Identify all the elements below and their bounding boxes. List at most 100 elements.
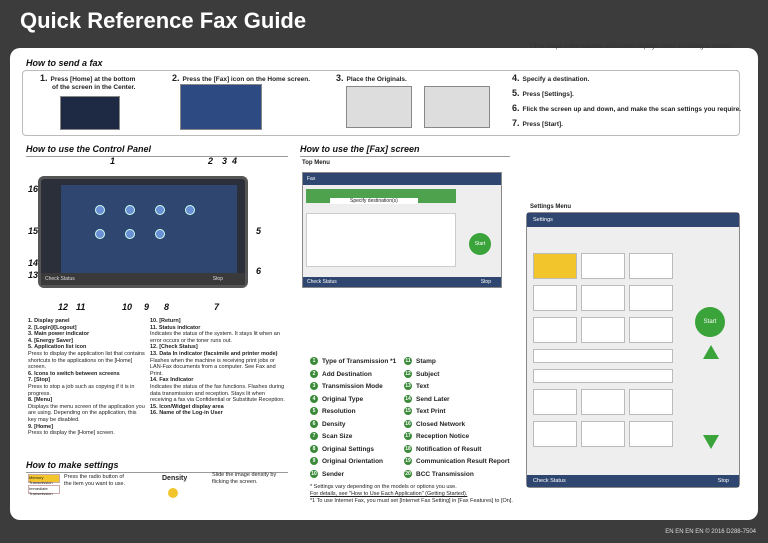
memory-transmission-tile: Memory Transmission xyxy=(28,474,60,485)
step-7: 7. Press [Start]. xyxy=(512,119,563,129)
step-2-screen-image xyxy=(180,84,262,130)
legend-item: 8. [Menu] Displays the menu screen of the… xyxy=(28,397,145,423)
document-server-app-icon xyxy=(125,229,135,239)
callout-5: 5 xyxy=(256,226,262,236)
density-desc: Slide the image density by flicking the … xyxy=(212,472,277,485)
callout-2: 2 xyxy=(208,156,214,166)
step-5: 5. Press [Settings]. xyxy=(512,89,574,99)
step-4-num: 4. xyxy=(512,73,520,83)
radio-desc: Press the radio button of the item you w… xyxy=(64,474,126,487)
list-item: 6 Density xyxy=(310,419,396,432)
list-item: 9 Original Orientation xyxy=(310,456,396,469)
settings-item-list-1: 1 Type of Transmission *1 2 Add Destinatio… xyxy=(310,356,396,481)
grid-cell xyxy=(581,317,625,343)
top-menu-label: Top Menu xyxy=(302,160,330,166)
step-2: 2. Press the [Fax] icon on the Home scree… xyxy=(172,74,310,84)
step-4-text: Specify a destination. xyxy=(522,76,590,83)
step-3-num: 3. xyxy=(336,73,344,83)
step-3: 3. Place the Originals. xyxy=(336,74,407,84)
panel-stop: Stop xyxy=(212,276,223,282)
list-item: 20 BCC Transmission xyxy=(404,469,474,478)
settings-menu-image: Settings Start Check Status Stop xyxy=(526,212,740,488)
panel-heading-text: How to use the Control Panel xyxy=(26,144,152,154)
grid-cell xyxy=(533,285,577,311)
callout-12: 12 xyxy=(58,302,69,312)
legend-item: 7. [Stop] Press to stop a job such as cop… xyxy=(28,377,135,397)
grid-cell xyxy=(533,389,577,415)
list-item: 1 Type of Transmission *1 xyxy=(310,356,396,369)
copy-app-icon xyxy=(95,205,105,215)
callout-15: 15 xyxy=(28,226,39,236)
callout-14: 14 xyxy=(28,258,39,268)
legend-item: 13. Data In indicator (facsimile and pri… xyxy=(150,350,278,377)
step-1-screen-image xyxy=(60,96,120,130)
callout-4: 4 xyxy=(232,156,238,166)
list-item: 4 Original Type xyxy=(310,394,396,407)
step-2-text: Press the [Fax] icon on the Home screen. xyxy=(182,76,311,83)
legend-item: 2. [Login]/[Logout] xyxy=(28,324,77,331)
settings-heading-text: How to make settings xyxy=(26,460,119,470)
settings-grid xyxy=(533,253,679,463)
scanner-app-icon xyxy=(125,205,135,215)
scroll-down-arrow-icon xyxy=(703,435,719,449)
panel-legend-right: 10. [Return] 11. Status indicator Indicat… xyxy=(150,318,286,417)
list-item: 2 Add Destination xyxy=(310,369,396,382)
step-3-text: Place the Originals. xyxy=(346,76,407,83)
step-5-text: Press [Settings]. xyxy=(522,91,574,98)
panel-check-status: Check Status xyxy=(45,276,75,282)
callout-10: 10 xyxy=(122,302,133,312)
legend-item: 12. [Check Status] xyxy=(150,344,198,351)
web-browser-app-icon xyxy=(155,229,165,239)
panel-display xyxy=(61,185,237,277)
settings-start-button: Start xyxy=(695,307,725,337)
legend-item: 11. Status indicator Indicates the status… xyxy=(150,324,280,344)
document-feeder-image xyxy=(424,86,490,128)
scanner-glass-image xyxy=(346,86,412,128)
legend-item: 10. [Return] xyxy=(150,318,181,324)
grid-cell xyxy=(581,285,625,311)
step-7-text: Press [Start]. xyxy=(522,121,563,128)
grid-cell xyxy=(629,389,673,415)
callout-1: 1 xyxy=(110,156,116,166)
callout-6: 6 xyxy=(256,266,262,276)
legend-item: 14. Fax Indicator Indicates the status of… xyxy=(150,377,285,404)
callout-8: 8 xyxy=(164,302,170,312)
fax-app-icon xyxy=(155,205,165,215)
destination-list xyxy=(306,213,456,267)
panel-bottom-bar: Check Status Stop xyxy=(41,273,245,285)
scroll-up-arrow-icon xyxy=(703,345,719,359)
quick-print-app-icon xyxy=(95,229,105,239)
grid-cell xyxy=(629,285,673,311)
grid-cell xyxy=(581,421,625,447)
legend-item: 9. [Home] Press to display the [Home] scr… xyxy=(28,423,115,437)
list-item: 17 Reception Notice xyxy=(404,432,470,441)
footnotes: * Settings vary depending on the models … xyxy=(310,484,520,505)
legend-item: 1. Display panel xyxy=(28,318,70,324)
list-item: 19 Communication Result Report xyxy=(404,457,510,466)
panel-legend-left: 1. Display panel 2. [Login]/[Logout] 3. … xyxy=(28,318,146,437)
legend-item: 4. [Energy Saver] xyxy=(28,337,73,344)
callout-7: 7 xyxy=(214,302,220,312)
control-panel-image: Check Status Stop xyxy=(38,176,248,288)
grid-cell xyxy=(629,253,673,279)
legend-item: 6. Icons to switch between screens xyxy=(28,370,120,377)
fax-screen-heading-text: How to use the [Fax] screen xyxy=(300,144,420,154)
step-1-text: Press [Home] at the bottom xyxy=(50,76,136,83)
callout-16: 16 xyxy=(28,184,39,194)
footnote-3: *1 To use Internet Fax, you must set [In… xyxy=(310,498,513,504)
list-item: 14 Send Later xyxy=(404,394,450,403)
callout-11: 11 xyxy=(76,302,86,312)
density-label: Density xyxy=(162,475,188,482)
grid-cell xyxy=(533,317,577,343)
page-title: Quick Reference Fax Guide xyxy=(20,8,307,33)
legend-item: 15. Icon/Widget display area xyxy=(150,403,224,410)
list-item: 10 Sender xyxy=(310,469,345,478)
list-item: 16 Closed Network xyxy=(404,419,466,428)
legend-item: 16. Name of the Log-in User xyxy=(150,410,223,417)
step-6-text: Flick the screen up and down, and make t… xyxy=(522,106,742,113)
footnote-1: * Settings vary depending on the models … xyxy=(310,484,457,490)
step-2-num: 2. xyxy=(172,73,180,83)
grid-cell xyxy=(581,253,625,279)
list-item: 11 Stamp xyxy=(404,357,436,366)
step-4: 4. Specify a destination. xyxy=(512,74,589,84)
